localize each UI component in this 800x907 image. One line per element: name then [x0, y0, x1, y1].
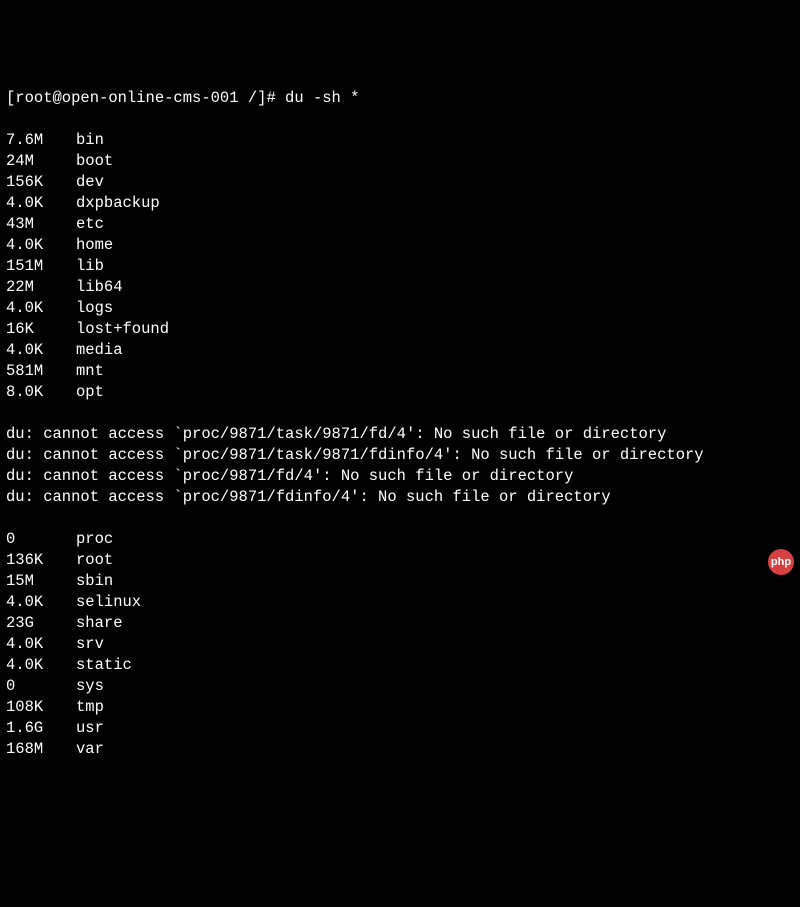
du-size: 22M [6, 277, 76, 298]
du-name: opt [76, 383, 104, 401]
du-name: dxpbackup [76, 194, 160, 212]
du-size: 168M [6, 739, 76, 760]
du-size: 0 [6, 676, 76, 697]
du-name: root [76, 551, 113, 569]
du-size: 156K [6, 172, 76, 193]
du-row: 4.0Kdxpbackup [6, 193, 794, 214]
du-size: 0 [6, 529, 76, 550]
du-name: logs [76, 299, 113, 317]
du-size: 43M [6, 214, 76, 235]
du-row: 4.0Kselinux [6, 592, 794, 613]
watermark-badge: php [768, 549, 794, 575]
du-row: 1.6Gusr [6, 718, 794, 739]
du-size: 8.0K [6, 382, 76, 403]
du-name: var [76, 740, 104, 758]
du-row: 4.0Klogs [6, 298, 794, 319]
du-name: lost+found [76, 320, 169, 338]
du-error-line: du: cannot access `proc/9871/task/9871/f… [6, 445, 794, 466]
du-row: 4.0Ksrv [6, 634, 794, 655]
du-error-line: du: cannot access `proc/9871/fdinfo/4': … [6, 487, 794, 508]
du-name: static [76, 656, 132, 674]
du-name: bin [76, 131, 104, 149]
du-size: 4.0K [6, 235, 76, 256]
du-name: home [76, 236, 113, 254]
du-error-line: du: cannot access `proc/9871/fd/4': No s… [6, 466, 794, 487]
du-name: media [76, 341, 123, 359]
du-row: 108Ktmp [6, 697, 794, 718]
du-row: 136Kroot [6, 550, 794, 571]
du-size: 4.0K [6, 340, 76, 361]
du-row: 4.0Kstatic [6, 655, 794, 676]
du-name: boot [76, 152, 113, 170]
du-size: 1.6G [6, 718, 76, 739]
du-size: 4.0K [6, 592, 76, 613]
du-row: 4.0Kmedia [6, 340, 794, 361]
du-row: 151Mlib [6, 256, 794, 277]
du-row: 23Gshare [6, 613, 794, 634]
du-name: usr [76, 719, 104, 737]
du-name: lib [76, 257, 104, 275]
du-size: 581M [6, 361, 76, 382]
du-size: 136K [6, 550, 76, 571]
du-name: sbin [76, 572, 113, 590]
du-row: 581Mmnt [6, 361, 794, 382]
du-size: 108K [6, 697, 76, 718]
du-row: 4.0Khome [6, 235, 794, 256]
du-size: 4.0K [6, 298, 76, 319]
du-size: 4.0K [6, 193, 76, 214]
du-row: 8.0Kopt [6, 382, 794, 403]
shell-prompt[interactable]: [root@open-online-cms-001 /]# du -sh * [6, 88, 794, 109]
du-name: sys [76, 677, 104, 695]
du-name: tmp [76, 698, 104, 716]
du-name: share [76, 614, 123, 632]
du-row: 7.6Mbin [6, 130, 794, 151]
du-name: mnt [76, 362, 104, 380]
du-row: 156Kdev [6, 172, 794, 193]
du-row: 0sys [6, 676, 794, 697]
du-error-line: du: cannot access `proc/9871/task/9871/f… [6, 424, 794, 445]
du-name: proc [76, 530, 113, 548]
du-output-block-2: 0proc136Kroot15Msbin4.0Kselinux23Gshare4… [6, 529, 794, 760]
du-row: 168Mvar [6, 739, 794, 760]
du-size: 4.0K [6, 655, 76, 676]
du-size: 15M [6, 571, 76, 592]
du-size: 23G [6, 613, 76, 634]
du-row: 24Mboot [6, 151, 794, 172]
du-name: srv [76, 635, 104, 653]
du-row: 16Klost+found [6, 319, 794, 340]
du-row: 15Msbin [6, 571, 794, 592]
du-error-block: du: cannot access `proc/9871/task/9871/f… [6, 424, 794, 508]
du-size: 7.6M [6, 130, 76, 151]
du-size: 4.0K [6, 634, 76, 655]
du-size: 24M [6, 151, 76, 172]
du-size: 151M [6, 256, 76, 277]
du-name: etc [76, 215, 104, 233]
du-size: 16K [6, 319, 76, 340]
du-row: 22Mlib64 [6, 277, 794, 298]
du-row: 43Metc [6, 214, 794, 235]
du-name: selinux [76, 593, 141, 611]
du-row: 0proc [6, 529, 794, 550]
du-output-block-1: 7.6Mbin24Mboot156Kdev4.0Kdxpbackup43Metc… [6, 130, 794, 403]
du-name: dev [76, 173, 104, 191]
du-name: lib64 [76, 278, 123, 296]
